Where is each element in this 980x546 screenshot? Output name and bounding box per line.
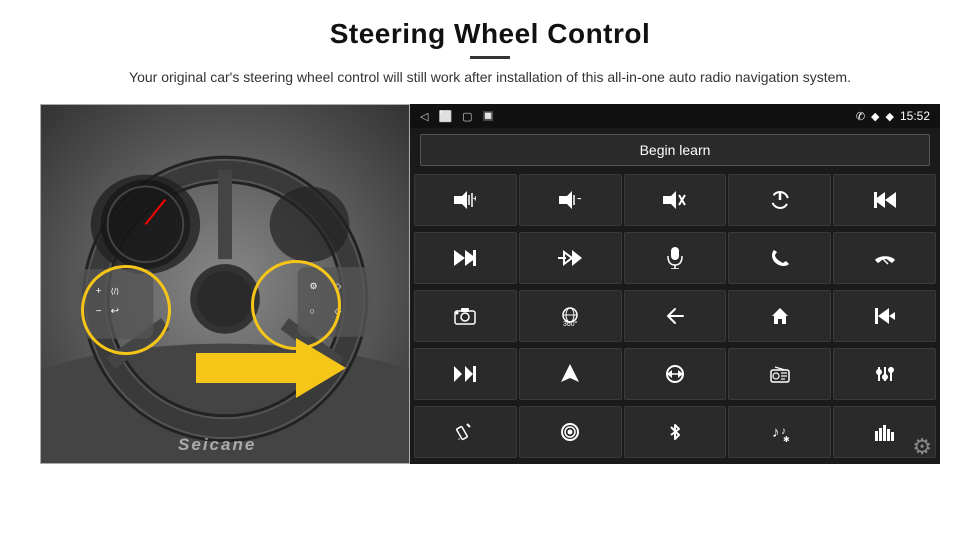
mute-button[interactable] [624, 174, 727, 226]
status-bar: ◁ ⬜ ▢ 🔲 ✆ ◆ ◆ 15:52 [410, 104, 940, 128]
equalizer-button[interactable] [833, 348, 936, 400]
status-bar-right: ✆ ◆ ◆ 15:52 [856, 109, 930, 123]
car-image: + ⟨/⟩ − ↩ ⚙ ◇ ○ ◇ Seicane [40, 104, 410, 464]
volume-down-button[interactable]: − [519, 174, 622, 226]
swap-button[interactable] [624, 348, 727, 400]
camera-button[interactable] [414, 290, 517, 342]
settings-gear-icon[interactable]: ⚙ [912, 434, 932, 460]
svg-text:♪: ♪ [772, 424, 780, 441]
recents-nav-icon[interactable]: ▢ [462, 110, 472, 123]
location-status-icon: ◆ [871, 110, 879, 123]
title-section: Steering Wheel Control Your original car… [129, 18, 851, 88]
content-area: + ⟨/⟩ − ↩ ⚙ ◇ ○ ◇ Seicane [40, 104, 940, 464]
volume-up-button[interactable]: + [414, 174, 517, 226]
wifi-status-icon: ◆ [886, 110, 894, 123]
phone-button[interactable] [728, 232, 831, 284]
svg-text:✱: ✱ [783, 435, 790, 442]
begin-learn-row: Begin learn [410, 128, 940, 172]
bluetooth-button[interactable] [624, 406, 727, 458]
yellow-arrow [196, 333, 346, 403]
power-button[interactable] [728, 174, 831, 226]
watermark-text: Seicane [178, 435, 256, 455]
begin-learn-button[interactable]: Begin learn [420, 134, 930, 166]
back-nav-icon[interactable]: ◁ [420, 110, 428, 123]
navigate-button[interactable] [519, 348, 622, 400]
phone-status-icon: ✆ [856, 110, 865, 123]
radio-button[interactable] [728, 348, 831, 400]
next-track-button[interactable] [414, 232, 517, 284]
page-subtitle: Your original car's steering wheel contr… [129, 67, 851, 88]
clock: 15:52 [900, 109, 930, 123]
prev-track-button[interactable] [833, 290, 936, 342]
status-bar-left: ◁ ⬜ ▢ 🔲 [420, 110, 494, 123]
svg-text:360°: 360° [563, 320, 578, 327]
hangup-button[interactable] [833, 232, 936, 284]
svg-text:−: − [577, 194, 581, 205]
home-nav-icon[interactable]: ⬜ [438, 110, 452, 123]
microphone-button[interactable] [624, 232, 727, 284]
page-container: Steering Wheel Control Your original car… [0, 0, 980, 546]
control-panel: ◁ ⬜ ▢ 🔲 ✆ ◆ ◆ 15:52 Begin learn [410, 104, 940, 464]
page-title: Steering Wheel Control [129, 18, 851, 50]
circle-left-highlight [81, 265, 171, 355]
svg-text:+: + [473, 194, 476, 203]
record-button[interactable] [519, 406, 622, 458]
skip-button[interactable] [519, 232, 622, 284]
control-grid: + − [410, 172, 940, 464]
360-view-button[interactable]: 360° [519, 290, 622, 342]
title-divider [470, 56, 510, 59]
sim-icon: 🔲 [483, 111, 494, 122]
prev-track-left-button[interactable] [833, 174, 936, 226]
music-button[interactable]: ♪♪✱ [728, 406, 831, 458]
back-button[interactable] [624, 290, 727, 342]
pen-button[interactable] [414, 406, 517, 458]
home-button[interactable] [728, 290, 831, 342]
fast-forward-button[interactable] [414, 348, 517, 400]
